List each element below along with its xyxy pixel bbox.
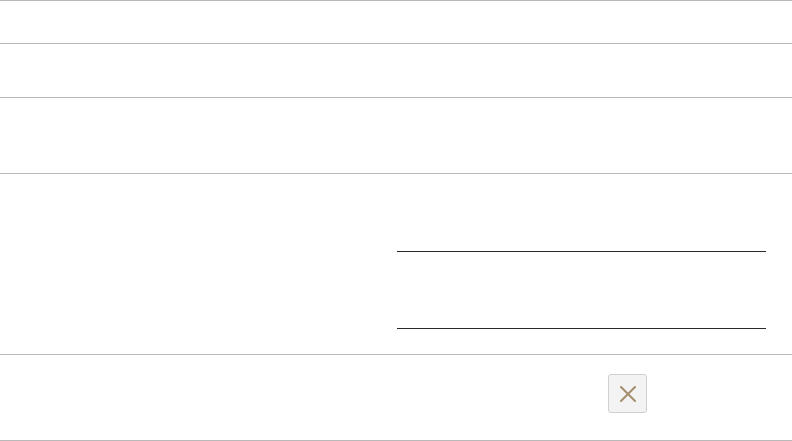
row-divider [0,97,792,98]
row-divider [0,354,792,355]
close-icon [619,385,636,402]
table-row [0,0,792,43]
remove-button[interactable] [608,374,647,413]
table-row [0,97,792,173]
table-row [0,173,792,354]
table-row [0,43,792,97]
row-divider [0,43,792,44]
field-top-border [397,251,766,252]
field-bottom-border [397,328,766,329]
row-divider [0,0,792,1]
row-divider [0,173,792,174]
table-row [0,354,792,440]
